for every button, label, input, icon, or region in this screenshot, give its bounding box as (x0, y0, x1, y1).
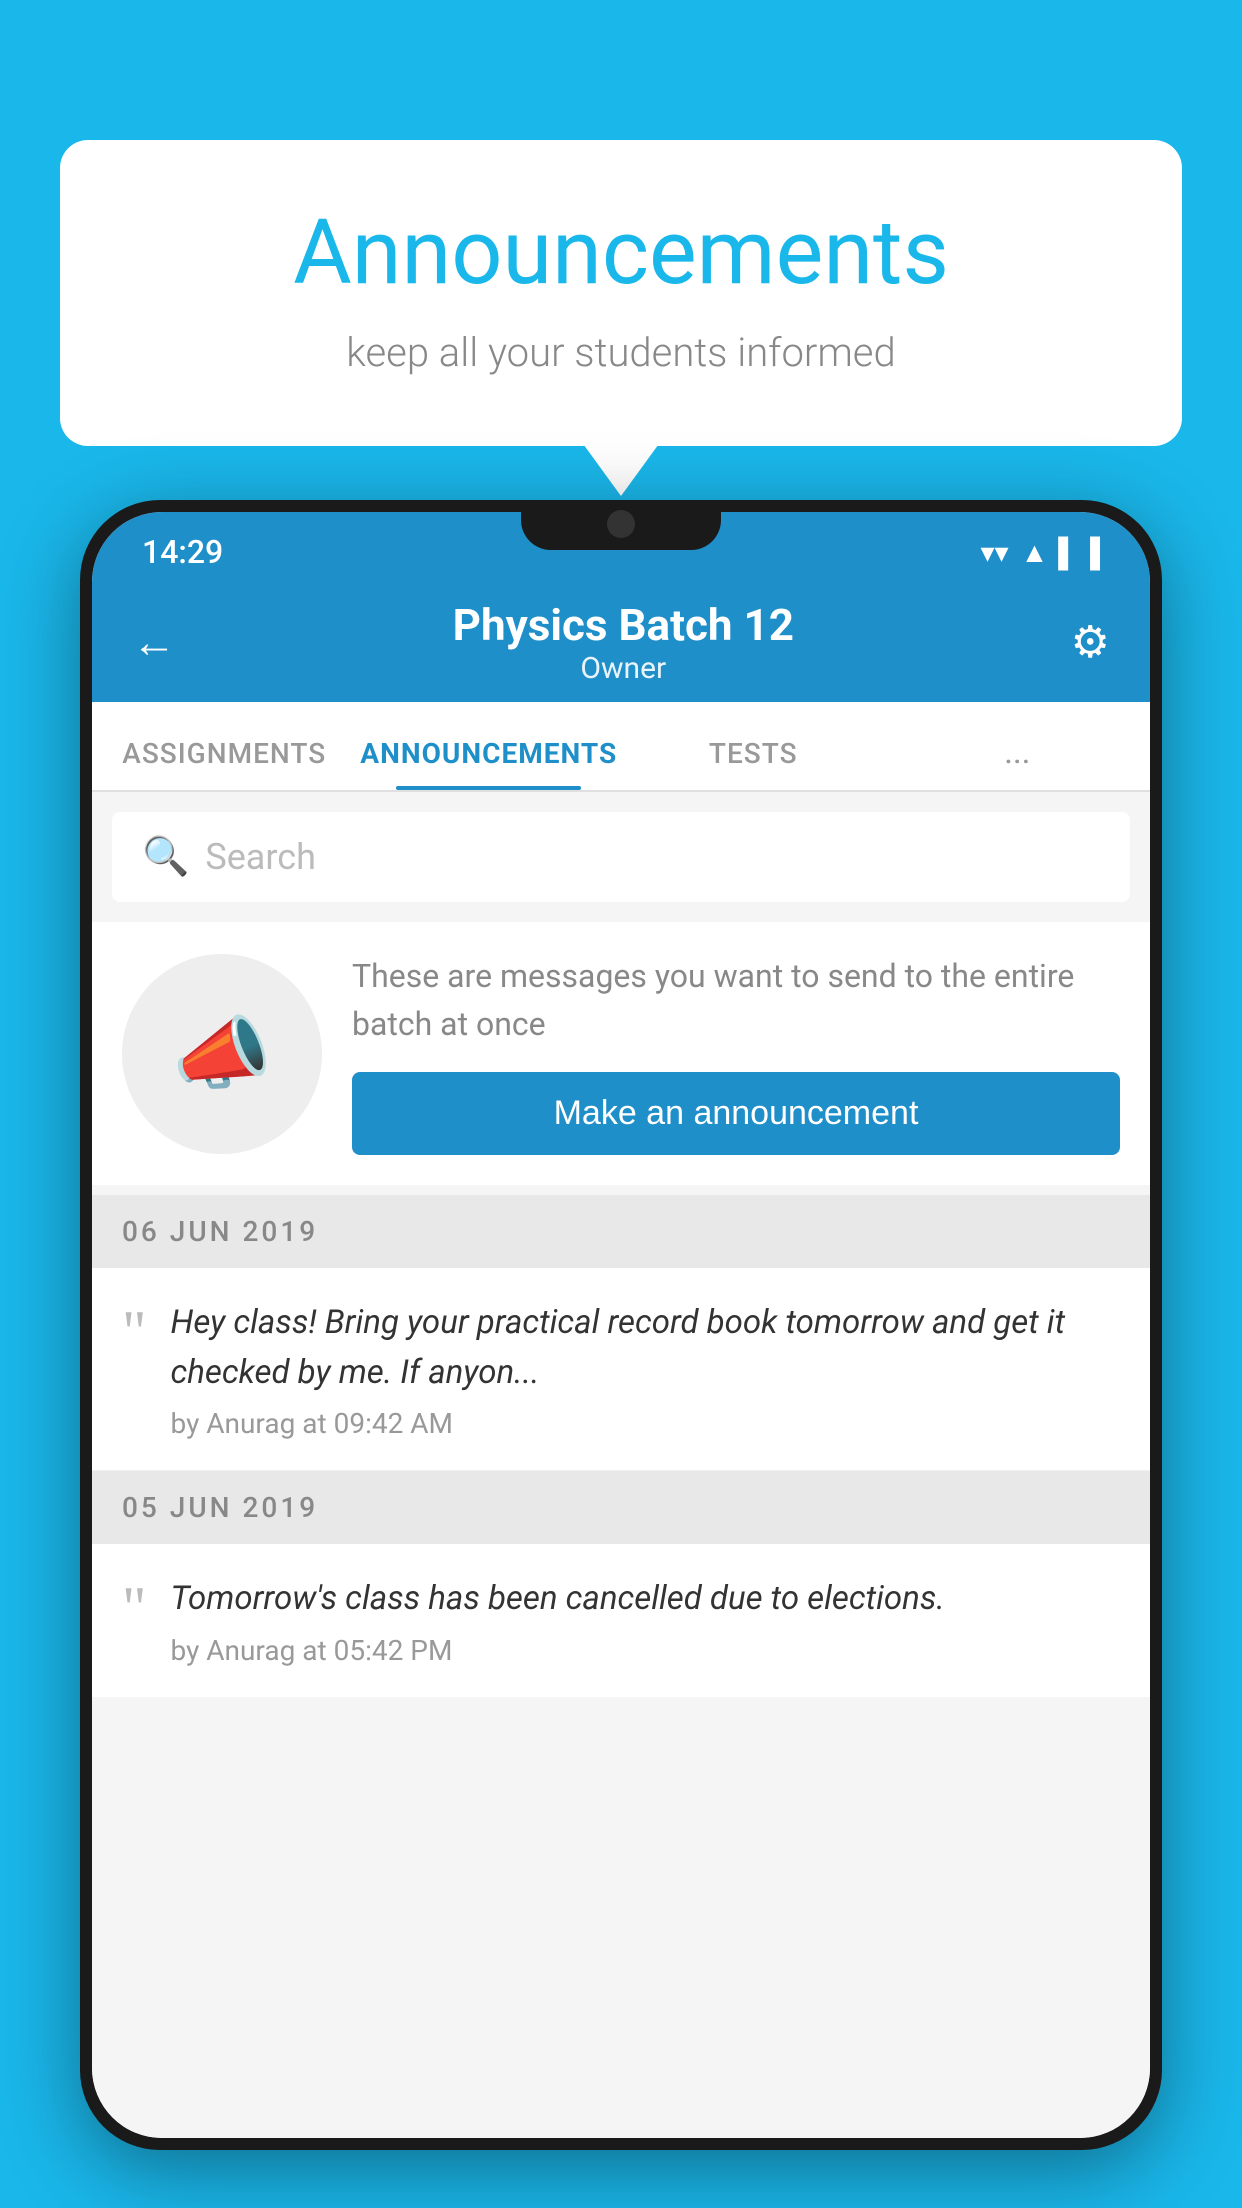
tab-announcements[interactable]: ANNOUNCEMENTS (357, 737, 622, 790)
batch-role: Owner (453, 651, 794, 686)
announcement-subtitle: keep all your students informed (140, 329, 1102, 376)
promo-card: 📣 These are messages you want to send to… (92, 922, 1150, 1185)
speech-bubble: Announcements keep all your students inf… (60, 140, 1182, 446)
wifi-icon: ▾▾ (980, 536, 1008, 569)
speech-bubble-container: Announcements keep all your students inf… (60, 140, 1182, 446)
search-placeholder: Search (205, 836, 316, 878)
announcement-body-1: Hey class! Bring your practical record b… (171, 1298, 1121, 1397)
date-separator-2: 05 JUN 2019 (92, 1471, 1150, 1544)
search-icon: 🔍 (142, 835, 189, 879)
quote-icon-2: " (122, 1574, 147, 1632)
promo-right: These are messages you want to send to t… (352, 952, 1120, 1155)
back-button[interactable]: ← (132, 616, 176, 668)
signal-icon: ▲▐ (1021, 536, 1069, 569)
tabs-bar: ASSIGNMENTS ANNOUNCEMENTS TESTS ... (92, 702, 1150, 792)
search-bar[interactable]: 🔍 Search (112, 812, 1130, 902)
announcement-title: Announcements (140, 200, 1102, 305)
tab-tests[interactable]: TESTS (621, 737, 886, 790)
content-area: 🔍 Search 📣 These are messages you want t… (92, 792, 1150, 2138)
announcement-item-2: " Tomorrow's class has been cancelled du… (92, 1544, 1150, 1697)
announcement-text-1: Hey class! Bring your practical record b… (171, 1298, 1121, 1440)
tab-more[interactable]: ... (886, 737, 1151, 790)
status-time: 14:29 (142, 533, 223, 571)
status-icons: ▾▾ ▲▐ ▐ (980, 536, 1100, 569)
batch-title: Physics Batch 12 (453, 599, 794, 651)
announcement-body-2: Tomorrow's class has been cancelled due … (171, 1574, 1121, 1624)
announcement-meta-1: by Anurag at 09:42 AM (171, 1407, 1121, 1440)
announcement-meta-2: by Anurag at 05:42 PM (171, 1634, 1121, 1667)
tab-assignments[interactable]: ASSIGNMENTS (92, 737, 357, 790)
make-announcement-button[interactable]: Make an announcement (352, 1072, 1120, 1155)
promo-icon-circle: 📣 (122, 954, 322, 1154)
phone-notch (521, 500, 721, 550)
header-center: Physics Batch 12 Owner (453, 599, 794, 686)
quote-icon-1: " (122, 1298, 147, 1356)
battery-icon: ▐ (1080, 536, 1100, 569)
phone-frame: 14:29 ▾▾ ▲▐ ▐ ← Physics Batch 12 Owner ⚙… (80, 500, 1162, 2150)
announcement-item-1: " Hey class! Bring your practical record… (92, 1268, 1150, 1471)
promo-description: These are messages you want to send to t… (352, 952, 1120, 1048)
phone-screen: 14:29 ▾▾ ▲▐ ▐ ← Physics Batch 12 Owner ⚙… (92, 512, 1150, 2138)
app-header: ← Physics Batch 12 Owner ⚙ (92, 582, 1150, 702)
settings-icon[interactable]: ⚙ (1071, 616, 1110, 668)
phone-camera (607, 510, 635, 538)
phone-wrapper: 14:29 ▾▾ ▲▐ ▐ ← Physics Batch 12 Owner ⚙… (80, 500, 1162, 2208)
megaphone-icon: 📣 (172, 1007, 272, 1101)
date-separator-1: 06 JUN 2019 (92, 1195, 1150, 1268)
announcement-text-2: Tomorrow's class has been cancelled due … (171, 1574, 1121, 1667)
